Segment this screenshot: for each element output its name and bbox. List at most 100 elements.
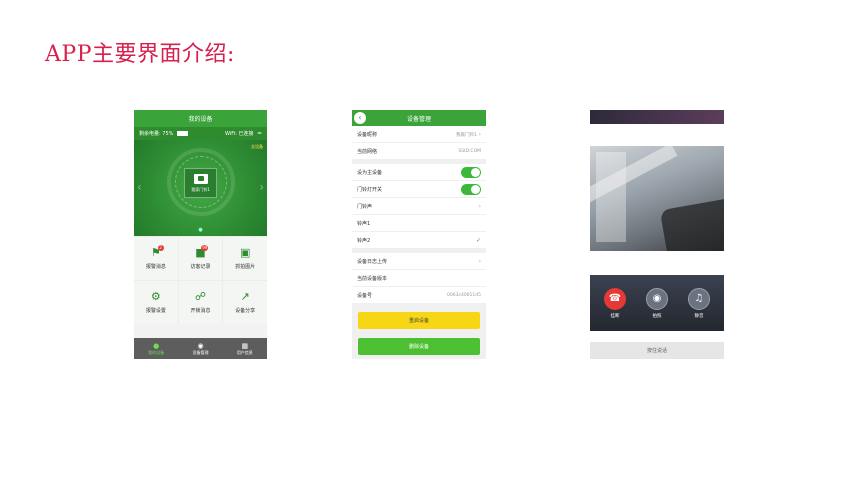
- grid-item-label: 抓拍图片: [235, 264, 256, 270]
- chevron-left-icon[interactable]: ‹: [137, 180, 142, 194]
- row-device-nickname[interactable]: 设备昵称 我家门铃1 ›: [352, 126, 486, 143]
- phone-video-call-screen: ☎ 挂断 ◉ 拍照 ♫ 静音 按住说话: [590, 110, 724, 359]
- row-label: 门铃灯开关: [357, 186, 383, 193]
- row-value: SSID:COM: [458, 148, 481, 154]
- tab-label: 我的设备: [148, 349, 165, 355]
- check-icon: ✓: [475, 236, 481, 244]
- unread-badge: 99: [201, 245, 209, 251]
- call-controls: ☎ 挂断 ◉ 拍照 ♫ 静音: [590, 275, 724, 331]
- restart-device-button[interactable]: 重启设备: [358, 312, 480, 329]
- wifi-status: WiFi: 已连接 ≈: [225, 130, 262, 137]
- grid-item-label: 开锁消息: [190, 308, 211, 314]
- row-device-version: 当前设备版本: [352, 270, 486, 287]
- row-value: 我家门铃1: [456, 132, 477, 138]
- grid-item-label: 报警消息: [145, 264, 166, 270]
- header-bar: ‹ 设备管理: [352, 110, 486, 126]
- tab-my-device[interactable]: ● 我的设备: [134, 338, 178, 359]
- row-log-upload[interactable]: 设备日志上传 ›: [352, 253, 486, 270]
- phone-my-device-screen: 我的设备 剩余电量: 75% WiFi: 已连接 ≈ 全设备 ‹ › 我家门铃1…: [134, 110, 267, 359]
- action-area: 重启设备 删除设备: [352, 303, 486, 359]
- bottom-tab-bar: ● 我的设备 ◉ 设备管理 ▦ 用户信息: [134, 338, 267, 359]
- control-label: 静音: [694, 313, 704, 319]
- tab-label: 用户信息: [236, 349, 253, 355]
- snapshot-button[interactable]: ◉ 拍照: [646, 287, 668, 319]
- row-door-light-switch: 门铃灯开关: [352, 181, 486, 198]
- carousel-indicator: ●: [198, 227, 203, 233]
- battery-icon: [176, 131, 188, 136]
- door-light-toggle[interactable]: [461, 183, 481, 195]
- video-shadow: [659, 198, 724, 251]
- battery-status: 剩余电量: 75%: [139, 130, 188, 137]
- device-name: 我家门铃1: [191, 186, 210, 192]
- grid-icon: ▦: [241, 341, 249, 350]
- battery-text: 剩余电量: 75%: [139, 131, 174, 137]
- tab-user-info[interactable]: ▦ 用户信息: [223, 338, 267, 359]
- share-icon: ↗: [240, 290, 250, 303]
- delete-device-button[interactable]: 删除设备: [358, 338, 480, 355]
- grid-item-unlock-messages[interactable]: ☍ 开锁消息: [178, 281, 223, 324]
- phone-device-management-screen: ‹ 设备管理 设备昵称 我家门铃1 › 当前网络 SSID:COM 设为主设备 …: [352, 110, 486, 359]
- page-title: 设备管理: [406, 115, 431, 123]
- doorbell-device-icon: [193, 173, 208, 184]
- chevron-right-icon[interactable]: ›: [259, 180, 264, 194]
- push-to-talk-button[interactable]: 按住说话: [590, 342, 724, 359]
- row-label: 设备日志上传: [357, 258, 388, 265]
- row-label: 门铃声: [357, 203, 373, 210]
- hang-up-icon: ☎: [604, 287, 626, 310]
- video-highlight: [596, 152, 626, 242]
- row-device-id: 设备号 0063c40011d5: [352, 287, 486, 304]
- mute-button[interactable]: ♫ 静音: [688, 287, 710, 319]
- row-label: 当前设备版本: [357, 275, 388, 282]
- row-ring-1[interactable]: 铃声1: [352, 215, 486, 232]
- unread-badge: 2: [157, 245, 164, 251]
- row-label: 铃声1: [357, 220, 371, 227]
- video-feed: [590, 146, 724, 251]
- control-label: 挂断: [610, 313, 620, 319]
- wifi-text: WiFi: 已连接: [224, 131, 254, 137]
- device-card[interactable]: 我家门铃1: [184, 168, 217, 198]
- speaker-icon: ♫: [688, 287, 710, 310]
- top-bar: [590, 110, 724, 124]
- chevron-right-icon: ›: [478, 130, 481, 138]
- status-bar: 剩余电量: 75% WiFi: 已连接 ≈: [134, 127, 267, 140]
- row-label: 设备昵称: [357, 131, 378, 138]
- device-carousel[interactable]: 全设备 ‹ › 我家门铃1 ●: [134, 140, 267, 236]
- row-label: 设为主设备: [357, 169, 383, 176]
- grid-item-snapshots[interactable]: ▣ 抓拍图片: [223, 237, 267, 280]
- header-bar: 我的设备: [134, 110, 267, 127]
- row-ringtone[interactable]: 门铃声 ›: [352, 198, 486, 215]
- row-label: 设备号: [357, 292, 373, 299]
- grid-item-label: 报警设置: [145, 308, 166, 314]
- grid-item-device-share[interactable]: ↗ 设备分享: [223, 281, 267, 324]
- page-title: 我的设备: [188, 116, 213, 123]
- grid-item-visitor-records[interactable]: ■ 99 访客记录: [178, 237, 223, 280]
- main-device-toggle[interactable]: [461, 166, 481, 178]
- row-label: 当前网络: [357, 148, 378, 155]
- person-icon: ●: [153, 341, 160, 350]
- unlock-icon: ☍: [194, 290, 207, 303]
- row-value: 0063c40011d5: [447, 292, 481, 298]
- grid-item-label: 访客记录: [190, 264, 211, 270]
- back-icon[interactable]: ‹: [354, 112, 366, 124]
- camera-icon: ◉: [646, 287, 668, 310]
- row-ring-2[interactable]: 铃声2 ✓: [352, 232, 486, 249]
- picture-icon: ▣: [239, 246, 251, 259]
- wifi-icon: ≈: [256, 130, 262, 137]
- chevron-right-icon: ›: [478, 202, 481, 210]
- tab-device-management[interactable]: ◉ 设备管理: [178, 338, 222, 359]
- grid-item-alarm-messages[interactable]: ⚑ 2 报警消息: [134, 237, 178, 280]
- feature-grid: ⚑ 2 报警消息 ■ 99 访客记录 ▣ 抓拍图片 ⚙ 报警设置 ☍ 开锁消息 …: [134, 236, 267, 324]
- device-manage-icon: ◉: [197, 341, 204, 350]
- slide-title: APP主要界面介绍:: [45, 42, 235, 67]
- grid-item-label: 设备分享: [235, 308, 256, 314]
- hang-up-button[interactable]: ☎ 挂断: [604, 287, 626, 319]
- all-devices-link[interactable]: 全设备: [251, 144, 263, 150]
- row-current-network: 当前网络 SSID:COM: [352, 143, 486, 160]
- gear-icon: ⚙: [150, 290, 161, 303]
- chevron-right-icon: ›: [478, 257, 481, 265]
- tab-label: 设备管理: [192, 349, 209, 355]
- row-label: 铃声2: [357, 237, 371, 244]
- grid-item-alarm-settings[interactable]: ⚙ 报警设置: [134, 281, 178, 324]
- control-label: 拍照: [652, 313, 662, 319]
- row-set-main-device: 设为主设备: [352, 164, 486, 181]
